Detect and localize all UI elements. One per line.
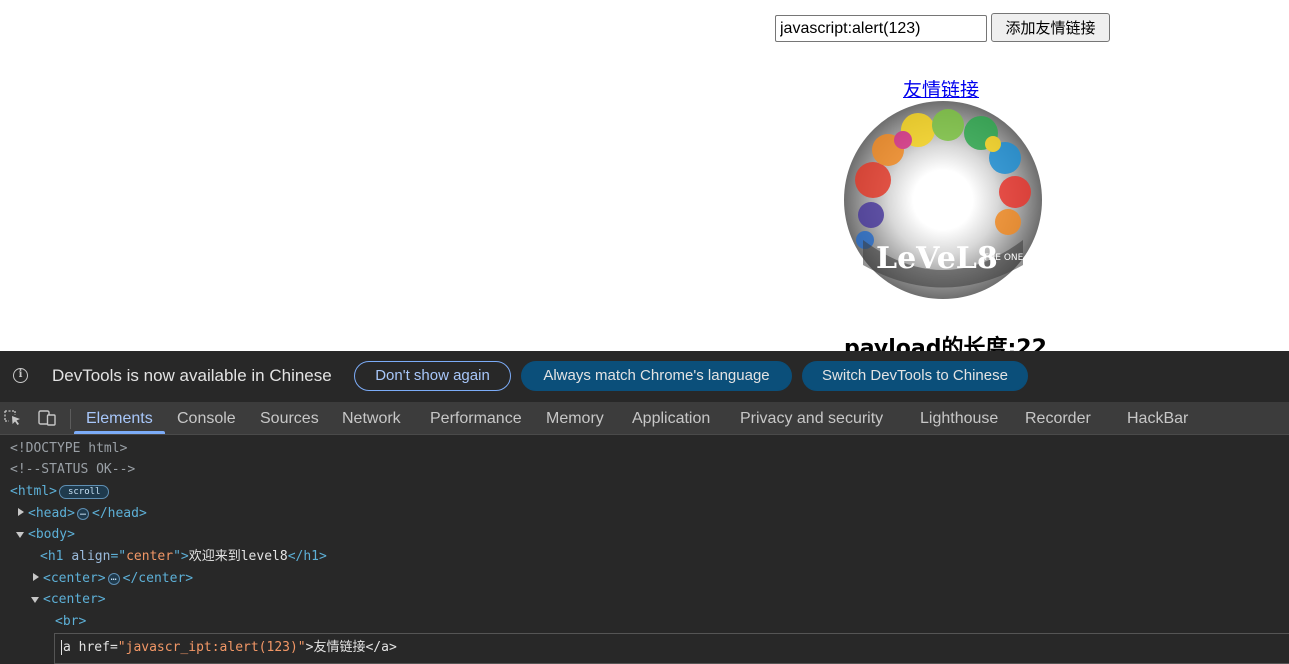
text-caret [61,640,62,655]
inspect-element-icon[interactable] [4,410,22,426]
center-close-tag: </center> [122,571,194,586]
dont-show-again-button[interactable]: Don't show again [354,361,511,391]
center-open-tag: <center> [43,592,106,607]
scroll-badge[interactable]: scroll [58,484,110,499]
dom-node-head[interactable]: <head>… </head> [28,504,147,524]
expand-arrow-icon[interactable] [18,508,24,516]
devtools-tab-bar: Elements Console Sources Network Perform… [0,402,1289,435]
head-open-tag: <head> [28,506,75,521]
h1-open-tag: <h1 [40,549,72,564]
tab-memory[interactable]: Memory [546,402,604,434]
edit-a-close: >友情链接</a> [305,640,397,655]
tab-recorder[interactable]: Recorder [1025,402,1091,434]
always-match-language-button[interactable]: Always match Chrome's language [521,361,792,391]
info-icon: i [13,368,28,383]
h1-close-tag: </h1> [287,549,327,564]
dom-node-h1[interactable]: <h1 align="center">欢迎来到level8</h1> [40,547,327,567]
dom-node-doctype[interactable]: <!DOCTYPE html> [10,439,127,459]
dom-node-center-collapsed[interactable]: <center>… </center> [43,569,193,589]
web-page: 添加友情链接 友情链接 LeVeL8 THE ONE [0,0,1289,351]
h1-text: 欢迎来到level8 [188,549,288,564]
active-tab-indicator [74,431,165,434]
switch-to-chinese-button[interactable]: Switch DevTools to Chinese [802,361,1028,391]
body-open-tag: <body> [28,527,75,542]
tab-lighthouse[interactable]: Lighthouse [920,402,998,434]
dom-node-body[interactable]: <body> [28,525,75,545]
tab-performance[interactable]: Performance [430,402,522,434]
collapsed-ellipsis[interactable]: … [76,507,89,520]
dom-node-center-expanded[interactable]: <center> [43,590,106,610]
tab-sources[interactable]: Sources [260,402,319,434]
level8-logo-image: LeVeL8 THE ONE [844,101,1042,299]
collapse-arrow-icon[interactable] [31,597,39,603]
svg-text:THE ONE: THE ONE [982,253,1024,263]
collapsed-ellipsis[interactable]: … [107,572,120,585]
dom-node-comment[interactable]: <!--STATUS OK--> [10,460,135,480]
svg-text:LeVeL8: LeVeL8 [876,241,998,276]
expand-arrow-icon[interactable] [33,573,39,581]
dom-node-br[interactable]: <br> [55,612,86,632]
br-tag: <br> [55,614,87,629]
friend-link-input[interactable] [775,15,987,42]
center-open-tag: <center> [43,571,106,586]
doctype-text: <!DOCTYPE html> [10,441,128,456]
edit-as-html-editor[interactable]: a href="javascr_ipt:alert(123)">友情链接</a> [54,633,1289,664]
device-toolbar-icon[interactable] [38,410,56,426]
tab-hackbar[interactable]: HackBar [1127,402,1188,434]
edit-href-value: "javascr_ipt:alert(123)" [117,640,306,655]
tab-network[interactable]: Network [342,402,401,434]
h1-attr-close: "> [173,549,189,564]
elements-dom-tree: <!DOCTYPE html> <!--STATUS OK--> <html> s… [0,435,1289,664]
collapse-arrow-icon[interactable] [16,532,24,538]
edit-a-open: a href= [63,640,118,655]
h1-attr-value: center [126,549,174,564]
payload-length-heading: payload的长度:22 [844,336,1047,351]
infobar-message: DevTools is now available in Chinese [52,366,332,385]
dom-node-html[interactable]: <html> scroll [10,482,110,502]
comment-text: <!--STATUS OK--> [10,462,136,477]
tab-application[interactable]: Application [632,402,710,434]
tab-console[interactable]: Console [177,402,236,434]
friend-link[interactable]: 友情链接 [903,75,979,102]
h1-attr-name: align [71,549,111,564]
add-friend-link-button[interactable]: 添加友情链接 [991,13,1110,42]
html-tag: <html> [10,484,57,499]
edit-html-line[interactable]: a href="javascr_ipt:alert(123)">友情链接</a> [61,638,397,658]
tab-privacy-and-security[interactable]: Privacy and security [740,402,883,434]
h1-attr-eq: =" [110,549,127,564]
devtools-language-infobar: i DevTools is now available in Chinese D… [0,351,1289,402]
head-close-tag: </head> [92,506,147,521]
tab-separator [70,409,71,429]
tab-elements[interactable]: Elements [86,402,153,434]
